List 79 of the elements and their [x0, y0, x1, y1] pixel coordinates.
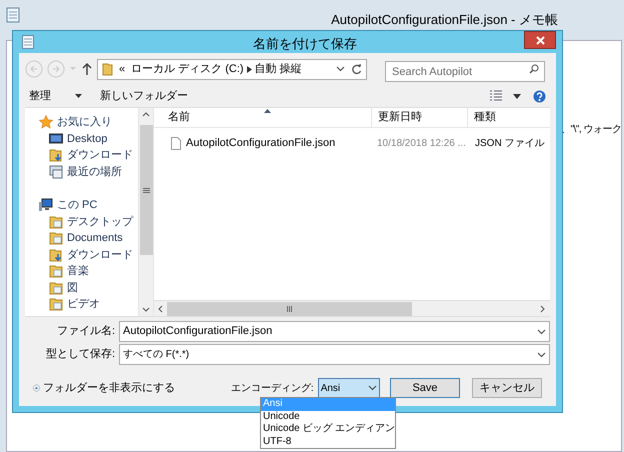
- file-icon: [171, 136, 181, 150]
- encoding-dropdown[interactable]: Ansi: [318, 378, 380, 398]
- folder-icon: [49, 264, 63, 278]
- monitor-icon: [49, 132, 63, 146]
- sidebar-item[interactable]: Desktop: [67, 130, 108, 147]
- refresh-icon[interactable]: [351, 64, 362, 74]
- field-label: ファイル名:: [56, 324, 116, 340]
- new-folder-button[interactable]: 新しいフォルダー: [100, 88, 188, 104]
- help-icon[interactable]: [533, 90, 546, 102]
- column-header[interactable]: 更新日時: [371, 108, 467, 127]
- notepad-icon: [22, 35, 34, 49]
- window-title: AutopilotConfigurationFile.json - メモ帳: [331, 11, 558, 29]
- scroll-left-icon[interactable]: [158, 304, 163, 312]
- horizontal-scrollbar[interactable]: [154, 300, 550, 316]
- scroll-right-icon[interactable]: [540, 304, 545, 312]
- save-button[interactable]: Save: [390, 378, 460, 398]
- download-folder-icon: [49, 248, 63, 262]
- dropdown-option[interactable]: UTF-8: [261, 436, 395, 448]
- scroll-thumb[interactable]: [140, 125, 152, 255]
- folder-icon: [49, 297, 63, 312]
- sidebar-item[interactable]: この PC: [57, 197, 98, 214]
- folder-icon: [102, 62, 113, 76]
- notepad-icon: [6, 7, 20, 23]
- sidebar-item[interactable]: 最近の場所: [67, 164, 122, 180]
- sidebar-item[interactable]: ダウンロード: [67, 147, 133, 164]
- recent-places-icon: [49, 164, 63, 179]
- search-icon: [529, 64, 539, 74]
- column-header[interactable]: 種類: [467, 108, 550, 127]
- hide-folders-link[interactable]: フォルダーを非表示にする: [42, 380, 175, 396]
- file-name-field[interactable]: AutopilotConfigurationFile.json: [119, 321, 550, 342]
- grip-icon: [142, 188, 150, 192]
- sidebar-item[interactable]: ダウンロード: [67, 246, 133, 263]
- up-arrow-icon[interactable]: [81, 62, 93, 76]
- caret-icon: [75, 94, 82, 98]
- sort-arrow-icon: [264, 109, 271, 113]
- scroll-thumb[interactable]: [167, 302, 412, 316]
- sidebar-item[interactable]: Documents: [67, 230, 123, 246]
- dropdown-caret-icon: [368, 385, 377, 391]
- dropdown-option[interactable]: Unicode ビッグ エンディアン: [261, 423, 395, 436]
- dropdown-caret-icon[interactable]: [336, 66, 345, 72]
- dropdown-option[interactable]: Unicode: [261, 410, 395, 423]
- breadcrumb-item[interactable]: 自動 操縦: [254, 60, 302, 78]
- close-icon: [536, 36, 544, 44]
- breadcrumb-item[interactable]: ローカル ディスク (C:): [131, 60, 244, 78]
- encoding-label: エンコーディング:: [230, 382, 314, 396]
- scroll-up-icon[interactable]: [142, 112, 150, 117]
- search-field[interactable]: Search Autopilot: [385, 61, 545, 82]
- computer-icon: [39, 198, 53, 212]
- sidebar-item[interactable]: お気に入り: [57, 114, 112, 130]
- sidebar-item[interactable]: 音楽: [67, 263, 89, 280]
- vertical-scrollbar[interactable]: [138, 108, 154, 316]
- field-label: 型として保存:: [44, 347, 116, 362]
- caret-icon[interactable]: [513, 94, 521, 98]
- folder-icon: [49, 280, 63, 295]
- folder-icon: [49, 214, 63, 229]
- dropdown-caret-icon: [537, 352, 546, 358]
- view-list-icon[interactable]: [489, 90, 503, 102]
- document-text: 、"\", ウォーク: [561, 123, 622, 137]
- file-modified-date: 10/18/2018 12:26 ...: [376, 136, 467, 150]
- folder-icon: [49, 231, 63, 246]
- file-type: JSON ファイル: [474, 136, 546, 150]
- close-button[interactable]: [524, 31, 556, 49]
- address-bar[interactable]: « ローカル ディスク (C:) 自動 操縦: [97, 58, 367, 80]
- sidebar-item[interactable]: 図: [67, 280, 78, 296]
- scroll-down-icon[interactable]: [142, 307, 150, 312]
- cancel-button[interactable]: キャンセル: [472, 378, 542, 398]
- organize-menu[interactable]: 整理: [29, 88, 82, 104]
- breadcrumb-overflow[interactable]: «: [119, 60, 126, 78]
- file-name[interactable]: AutopilotConfigurationFile.json: [186, 134, 336, 152]
- chevron-icon[interactable]: [246, 66, 252, 72]
- column-header[interactable]: 名前: [154, 108, 371, 127]
- sidebar-item[interactable]: デスクトップ: [67, 214, 133, 230]
- download-folder-icon: [49, 148, 63, 162]
- sidebar-item[interactable]: ビデオ: [67, 296, 100, 312]
- star-icon: [39, 115, 53, 130]
- grip-icon: [286, 306, 292, 312]
- dialog-title: 名前を付けて保存: [253, 35, 357, 53]
- file-type-dropdown[interactable]: すべての F(*.*): [119, 344, 550, 365]
- dropdown-caret-icon: [537, 328, 546, 334]
